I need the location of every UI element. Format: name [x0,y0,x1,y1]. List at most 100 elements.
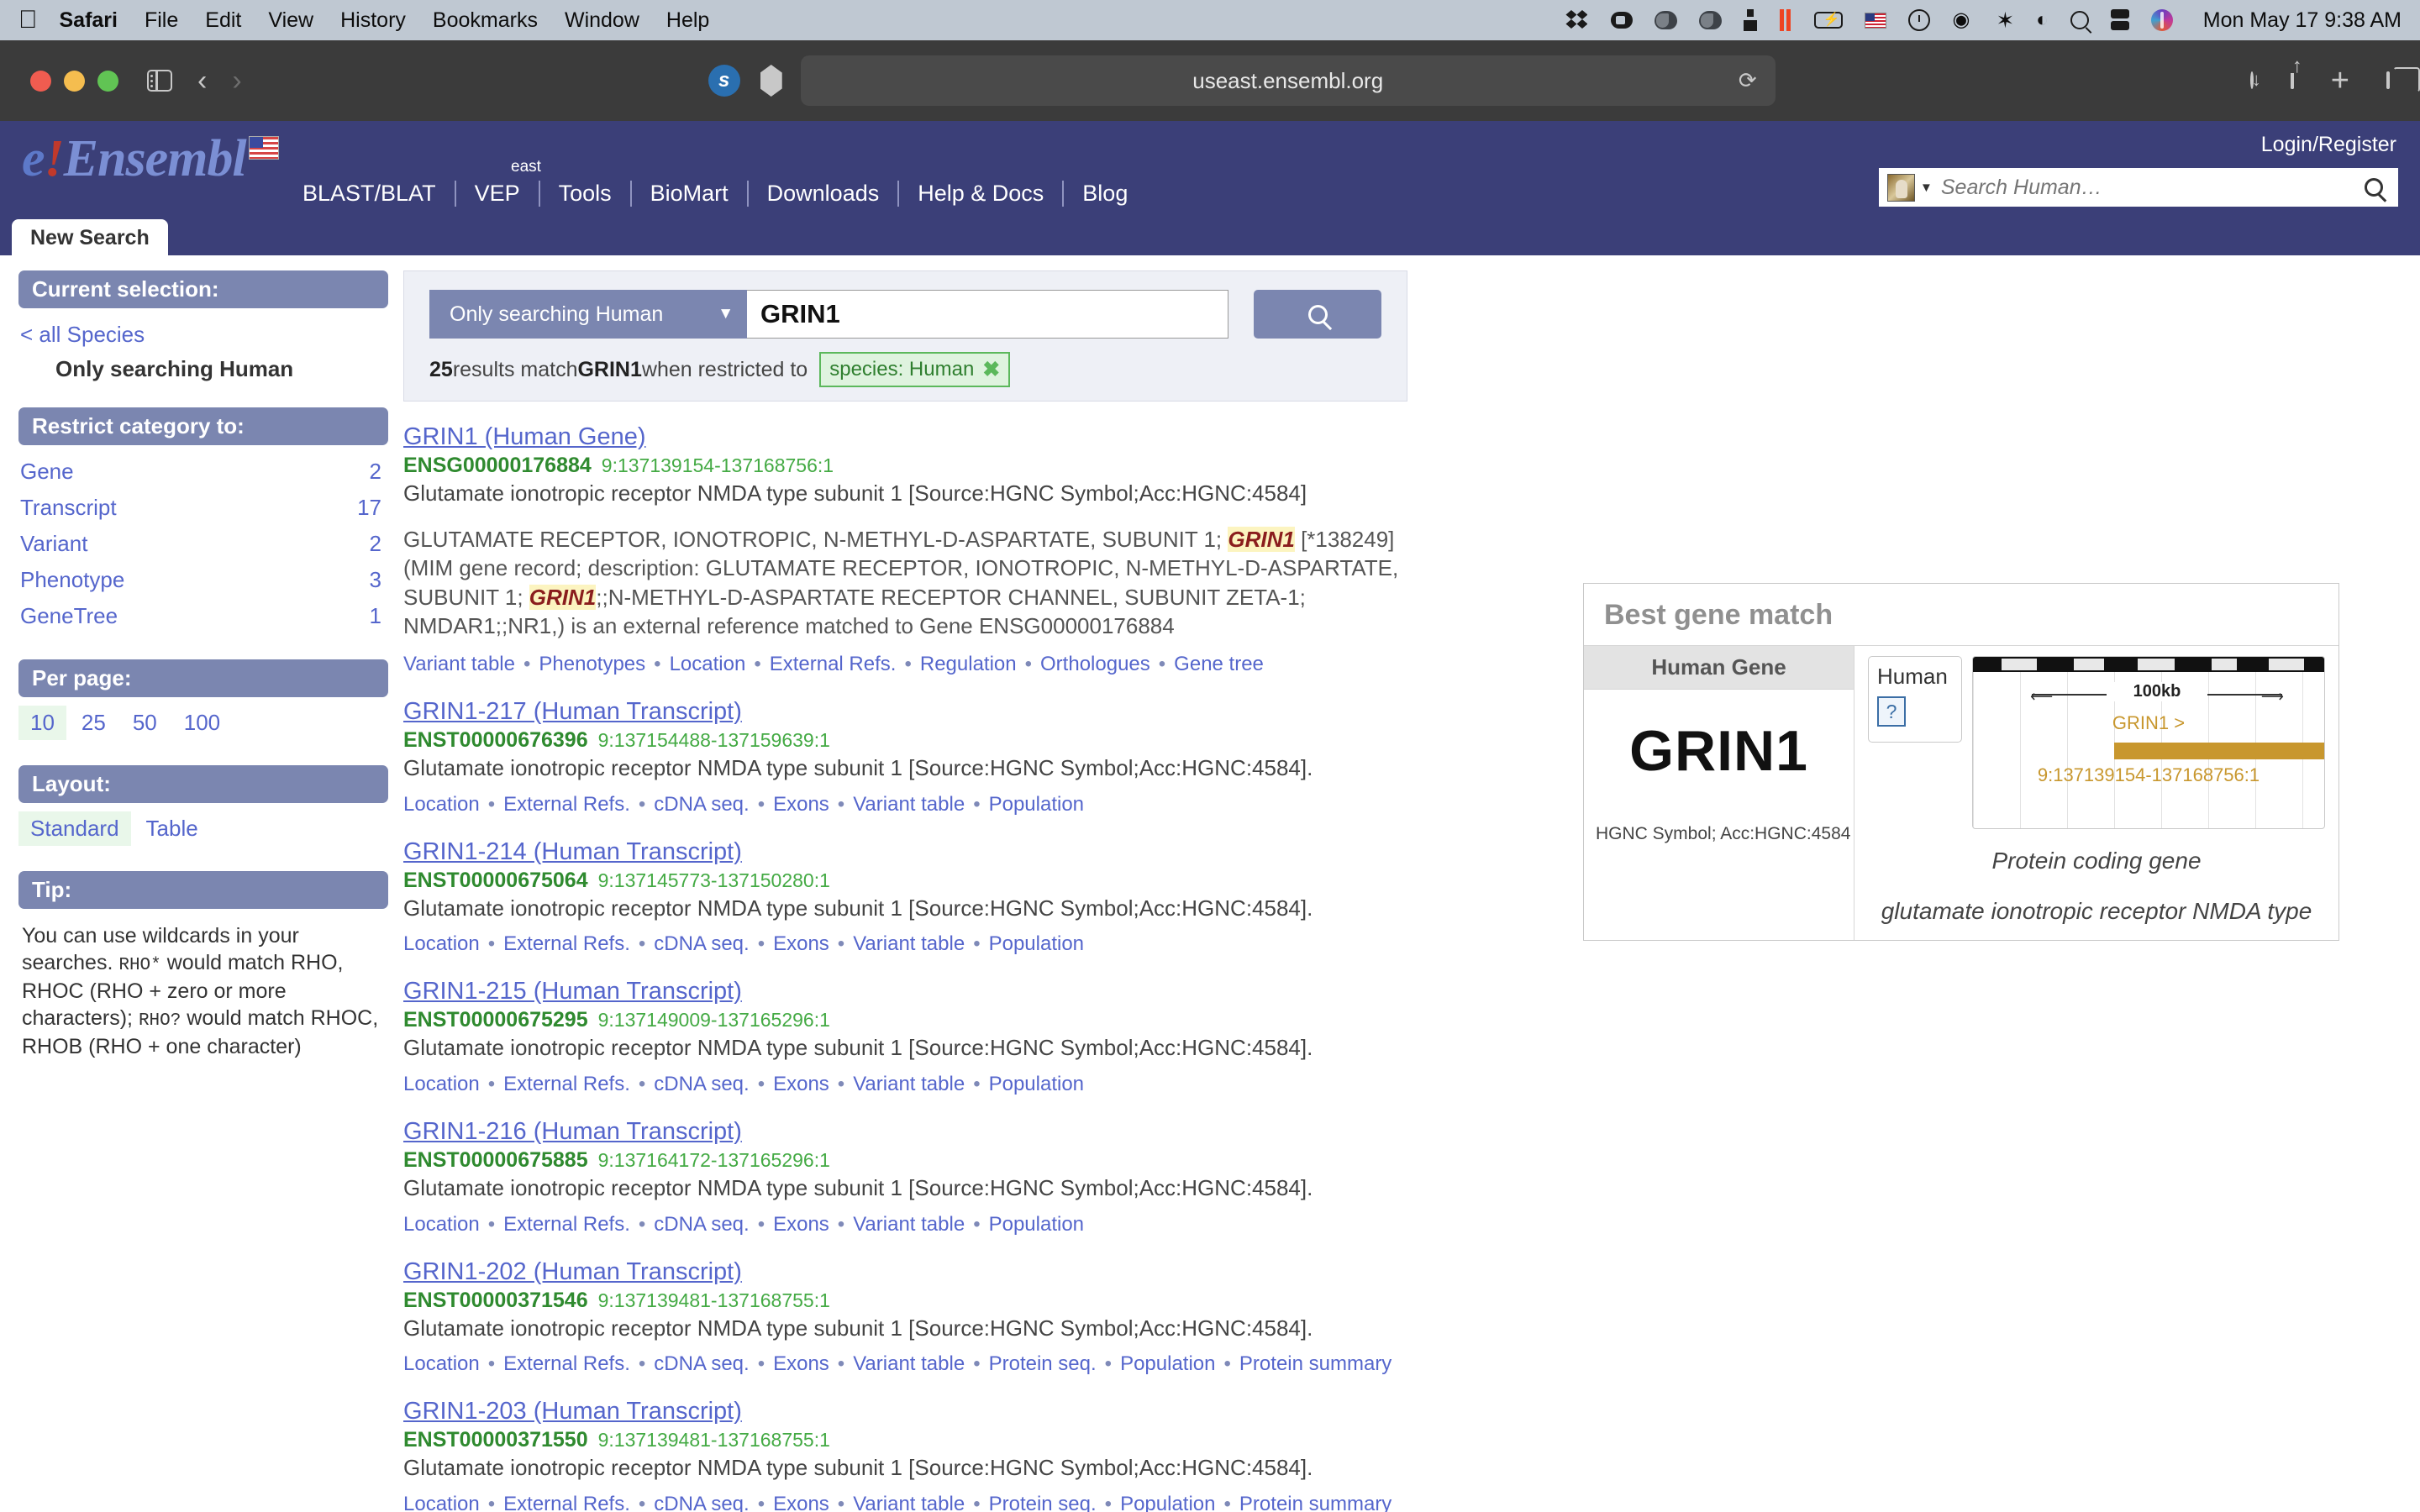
result-link-orthologues[interactable]: Orthologues [1040,653,1150,675]
result-link-variant-table[interactable]: Variant table [853,1352,965,1375]
time-machine-icon[interactable] [1908,9,1931,31]
forward-button[interactable]: › [232,65,241,97]
cloud-icon[interactable] [1699,11,1723,29]
menu-item-history[interactable]: History [340,8,406,33]
result-link-location[interactable]: Location [403,1352,480,1375]
search-button[interactable] [1254,290,1381,339]
back-button[interactable]: ‹ [197,65,207,97]
nav-downloads[interactable]: Downloads [749,181,900,207]
close-icon[interactable]: ✖ [982,357,1000,382]
pause-icon[interactable] [1779,9,1792,31]
result-link-cdna-seq[interactable]: cDNA seq. [654,1213,749,1236]
result-link-exons[interactable]: Exons [773,1493,829,1512]
per-page-50[interactable]: 50 [121,706,169,740]
menu-item-bookmarks[interactable]: Bookmarks [433,8,538,33]
result-link-location[interactable]: Location [403,932,480,955]
category-link-genetree[interactable]: GeneTree [20,603,118,629]
nav-biomart[interactable]: BioMart [632,181,749,207]
facet-chip-species[interactable]: species: Human ✖ [819,352,1011,387]
result-link-exons[interactable]: Exons [773,932,829,955]
result-link-location[interactable]: Location [670,653,746,675]
category-row-phenotype[interactable]: Phenotype 3 [18,562,388,598]
result-link-external-refs[interactable]: External Refs. [503,1493,630,1512]
us-flag-icon[interactable] [1865,12,1887,29]
wifi-icon[interactable]: ◐ [2036,9,2049,31]
airplay-icon[interactable]: ◉ [1952,9,1974,31]
site-search-box[interactable]: ▼ [1879,168,2398,207]
screen-capture-icon[interactable] [1611,12,1634,29]
result-title-link[interactable]: GRIN1-216 (Human Transcript) [403,1118,742,1146]
result-link-variant-table[interactable]: Variant table [853,1493,965,1512]
cloud-icon[interactable] [1655,11,1678,29]
result-link-location[interactable]: Location [403,793,480,816]
result-link-external-refs[interactable]: External Refs. [503,932,630,955]
login-register-link[interactable]: Login/Register [2261,133,2396,157]
result-link-exons[interactable]: Exons [773,1352,829,1375]
minimize-window-button[interactable] [64,70,85,92]
result-link-external-refs[interactable]: External Refs. [503,1073,630,1095]
all-species-link[interactable]: < all Species [20,322,145,348]
result-link-variant-table[interactable]: Variant table [853,1073,965,1095]
genomic-location-map[interactable]: ⟵ ⟶ 100kb GRIN1 > 9:137139154-137168756:… [1972,656,2325,829]
result-link-exons[interactable]: Exons [773,1073,829,1095]
menu-item-file[interactable]: File [145,8,178,33]
result-link-phenotypes[interactable]: Phenotypes [539,653,645,675]
battery-charging-icon[interactable] [1814,11,1844,29]
new-tab-icon[interactable]: + [2331,65,2349,97]
result-link-external-refs[interactable]: External Refs. [503,1213,630,1236]
result-link-population[interactable]: Population [989,1073,1084,1095]
result-link-cdna-seq[interactable]: cDNA seq. [654,793,749,816]
result-link-external-refs[interactable]: External Refs. [503,1352,630,1375]
address-bar[interactable]: useast.ensembl.org ⟳ [800,55,1776,106]
result-link-cdna-seq[interactable]: cDNA seq. [654,1352,749,1375]
siri-icon[interactable] [2150,9,2173,31]
result-link-variant-table[interactable]: Variant table [853,793,965,816]
result-link-variant-table[interactable]: Variant table [853,1213,965,1236]
result-link-protein-summary[interactable]: Protein summary [1239,1493,1392,1512]
nav-help-docs[interactable]: Help & Docs [899,181,1065,207]
result-link-regulation[interactable]: Regulation [920,653,1017,675]
menu-item-help[interactable]: Help [666,8,709,33]
downloads-icon[interactable] [2249,71,2254,89]
site-search-input[interactable] [1940,175,2365,200]
species-scope-dropdown[interactable]: Only searching Human ▼ [429,290,747,339]
result-title-link[interactable]: GRIN1-214 (Human Transcript) [403,838,742,866]
extension-icon[interactable]: s [708,65,740,97]
spotlight-search-icon[interactable] [2070,11,2089,29]
bluetooth-icon[interactable]: ✶ [1996,9,2014,31]
result-link-location[interactable]: Location [403,1073,480,1095]
control-center-icon[interactable] [2110,9,2129,31]
best-match-gene-name[interactable]: GRIN1 [1584,690,1854,824]
share-icon[interactable] [2290,73,2294,89]
result-link-protein-seq[interactable]: Protein seq. [989,1493,1097,1512]
per-page-10[interactable]: 10 [18,706,66,740]
result-title-link[interactable]: GRIN1-203 (Human Transcript) [403,1398,742,1425]
result-title-link[interactable]: GRIN1-215 (Human Transcript) [403,978,742,1005]
result-link-cdna-seq[interactable]: cDNA seq. [654,1073,749,1095]
result-link-population[interactable]: Population [989,932,1084,955]
result-link-protein-summary[interactable]: Protein summary [1239,1352,1392,1375]
shield-icon[interactable] [760,65,782,97]
nav-blog[interactable]: Blog [1064,181,1128,207]
result-title-link[interactable]: GRIN1 (Human Gene) [403,423,646,451]
category-row-variant[interactable]: Variant 2 [18,526,388,562]
apple-menu-icon[interactable]:  [18,8,38,33]
search-input[interactable] [747,290,1228,339]
tab-overview-icon[interactable] [2386,71,2390,89]
category-link-variant[interactable]: Variant [20,531,87,557]
result-link-location[interactable]: Location [403,1493,480,1512]
per-page-100[interactable]: 100 [172,706,232,740]
result-link-external-refs[interactable]: External Refs. [770,653,897,675]
category-link-gene[interactable]: Gene [20,459,74,485]
layout-table[interactable]: Table [134,811,210,846]
maximize-window-button[interactable] [97,70,118,92]
result-link-protein-seq[interactable]: Protein seq. [989,1352,1097,1375]
result-link-variant-table[interactable]: Variant table [853,932,965,955]
result-link-exons[interactable]: Exons [773,1213,829,1236]
layout-standard[interactable]: Standard [18,811,131,846]
category-row-transcript[interactable]: Transcript 17 [18,490,388,526]
result-link-gene-tree[interactable]: Gene tree [1174,653,1264,675]
nav-tools[interactable]: Tools [540,181,632,207]
result-link-external-refs[interactable]: External Refs. [503,793,630,816]
ensembl-logo[interactable]: e!Ensembl [22,133,279,185]
